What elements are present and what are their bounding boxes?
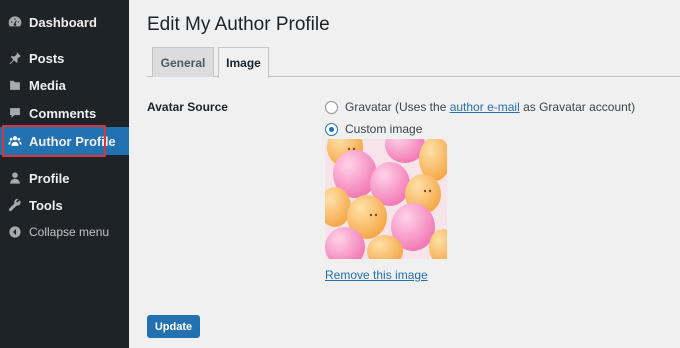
gravatar-radio[interactable] [325, 100, 338, 114]
tab-image[interactable]: Image [218, 47, 269, 78]
comment-icon [8, 106, 22, 120]
custom-image-radio[interactable] [325, 122, 338, 136]
sidebar-item-dashboard[interactable]: Dashboard [0, 8, 129, 36]
collapse-icon [8, 225, 22, 239]
wrench-icon [8, 198, 22, 212]
media-icon [8, 78, 22, 92]
sidebar-item-label: Media [29, 77, 66, 93]
tab-bar: General Image [147, 47, 680, 78]
sidebar-item-label: Profile [29, 170, 70, 186]
avatar-source-label: Avatar Source [147, 100, 228, 114]
tab-label: Image [226, 56, 261, 70]
author-email-link[interactable]: author e-mail [450, 100, 520, 114]
custom-image-option: Custom image [325, 122, 422, 136]
sidebar-item-profile[interactable]: Profile [0, 164, 129, 192]
sidebar-item-tools[interactable]: Tools [0, 191, 129, 219]
dashboard-icon [8, 15, 22, 29]
sidebar-item-media[interactable]: Media [0, 71, 129, 99]
sidebar-item-posts[interactable]: Posts [0, 44, 129, 72]
sidebar-item-comments[interactable]: Comments [0, 99, 129, 127]
admin-sidebar: Dashboard Posts Media Comments Author Pr… [0, 0, 129, 348]
sidebar-item-label: Posts [29, 50, 65, 66]
author-profile-highlight [2, 125, 106, 157]
sidebar-item-label: Comments [29, 105, 97, 121]
gravatar-text-prefix: Gravatar (Uses the [345, 100, 450, 114]
page-title: Edit My Author Profile [147, 14, 330, 35]
sidebar-item-label: Tools [29, 197, 63, 213]
gravatar-option-text: Gravatar (Uses the author e-mail as Grav… [345, 100, 635, 114]
collapse-menu-button[interactable]: Collapse menu [0, 218, 129, 246]
gravatar-text-suffix: as Gravatar account) [519, 100, 636, 114]
sidebar-item-label: Collapse menu [29, 225, 110, 239]
custom-image-label: Custom image [345, 122, 423, 136]
tab-general[interactable]: General [152, 47, 214, 77]
update-button[interactable]: Update [147, 315, 200, 338]
user-icon [8, 171, 22, 185]
tab-label: General [160, 55, 206, 70]
sidebar-item-label: Dashboard [29, 14, 97, 30]
pin-icon [8, 51, 22, 65]
avatar-image [325, 139, 447, 259]
remove-image-link[interactable]: Remove this image [325, 268, 428, 282]
gravatar-option: Gravatar (Uses the author e-mail as Grav… [325, 100, 635, 114]
